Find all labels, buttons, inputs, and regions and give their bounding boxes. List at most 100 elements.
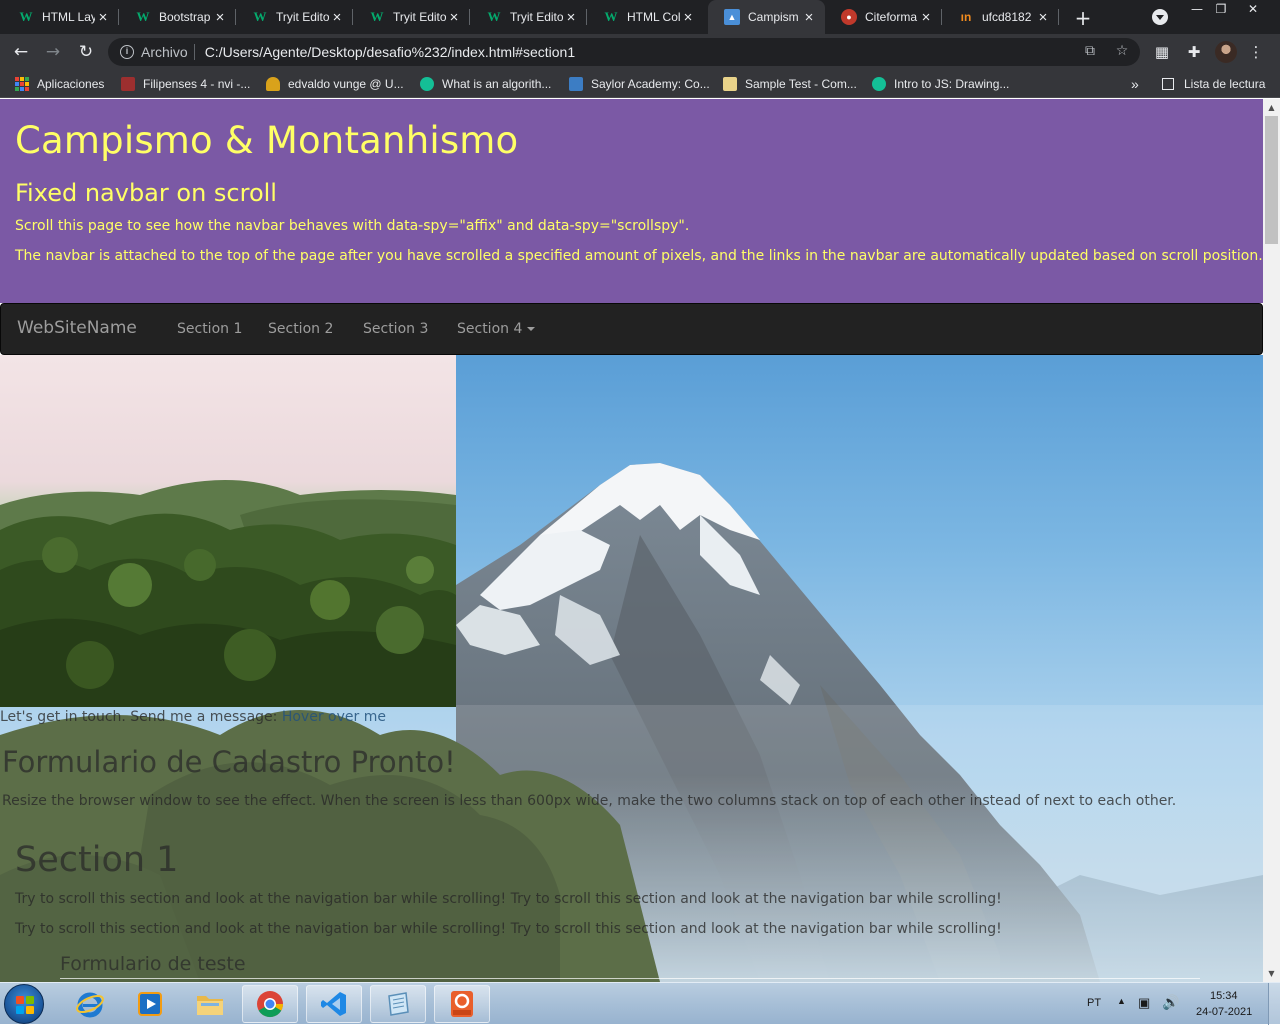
w3schools-icon: W (136, 9, 150, 24)
jumbotron: Campismo & Montanhismo Fixed navbar on s… (0, 99, 1263, 303)
chrome-icon[interactable] (242, 985, 298, 1023)
scroll-down-icon[interactable]: ▼ (1263, 965, 1280, 982)
close-icon[interactable]: × (329, 9, 345, 26)
address-bar[interactable]: i Archivo C:/Users/Agente/Desktop/desafi… (108, 38, 1140, 66)
citeforma-icon: ● (841, 9, 857, 25)
start-button[interactable] (4, 984, 44, 1024)
scrollbar-thumb[interactable] (1265, 116, 1278, 244)
tab-bootstrap[interactable]: W Bootstrap × (119, 0, 236, 34)
media-player-icon[interactable] (122, 985, 178, 1023)
tab-title: Tryit Edito (393, 10, 446, 24)
nav-section-2[interactable]: Section 2 (268, 321, 333, 337)
navbar-brand[interactable]: WebSiteName (17, 318, 137, 338)
nav-section-1[interactable]: Section 1 (177, 321, 242, 337)
reading-list[interactable]: Lista de lectura (1162, 75, 1265, 93)
internet-explorer-icon[interactable] (62, 985, 118, 1023)
profile-avatar[interactable] (1215, 41, 1237, 63)
bookmark-apps[interactable]: Aplicaciones (15, 75, 104, 93)
tab-tryit-3[interactable]: W Tryit Edito × (470, 0, 587, 34)
page-subtitle: Fixed navbar on scroll (15, 179, 277, 207)
tab-campismo[interactable]: ▲ Campism × (708, 0, 825, 34)
tab-html-colors[interactable]: W HTML Col × (587, 0, 704, 34)
show-desktop-button[interactable] (1268, 983, 1280, 1025)
scroll-up-icon[interactable]: ▲ (1263, 99, 1280, 116)
w3schools-icon: W (604, 9, 618, 24)
test-form-heading: Formulario de teste (60, 953, 246, 975)
divider-line (60, 978, 1200, 979)
volume-icon[interactable]: 🔊 (1162, 994, 1179, 1011)
bookmark-filipenses[interactable]: Filipenses 4 - nvi -... (121, 75, 250, 93)
clock-time[interactable]: 15:34 (1210, 990, 1238, 1002)
clock-date[interactable]: 24-07-2021 (1196, 1006, 1252, 1018)
tab-title: Citeforma (865, 10, 918, 24)
w3schools-icon: W (370, 9, 384, 24)
network-icon[interactable]: ▣ (1138, 995, 1150, 1011)
hover-link[interactable]: Hover over me (282, 709, 386, 725)
section1-paragraph-1: Try to scroll this section and look at t… (15, 891, 1002, 907)
bible-icon (121, 77, 135, 91)
minimize-icon[interactable]: — (1184, 0, 1210, 18)
file-explorer-icon[interactable] (182, 985, 238, 1023)
forward-icon[interactable]: → (42, 41, 64, 63)
bookmark-edvaldo[interactable]: edvaldo vunge @ U... (266, 75, 404, 93)
new-tab-icon[interactable]: + (1072, 6, 1094, 30)
tab-ufcd[interactable]: ın ufcd8182 × (942, 0, 1059, 34)
close-window-icon[interactable]: ✕ (1240, 0, 1266, 18)
back-icon[interactable]: ← (10, 41, 32, 63)
bookmark-sample-test[interactable]: Sample Test - Com... (723, 75, 857, 93)
close-icon[interactable]: × (95, 9, 111, 26)
tab-tryit-2[interactable]: W Tryit Edito × (353, 0, 470, 34)
close-icon[interactable]: × (918, 9, 934, 26)
bookmark-algorithm[interactable]: What is an algorith... (420, 75, 551, 93)
tab-title: Tryit Edito (276, 10, 329, 24)
language-indicator[interactable]: PT (1087, 997, 1101, 1009)
main-content: Let's get in touch. Send me a message: H… (0, 355, 1263, 982)
close-icon[interactable]: × (563, 9, 579, 26)
tab-title: Bootstrap (159, 10, 211, 24)
nav-section-3[interactable]: Section 3 (363, 321, 428, 337)
khan-academy-icon (420, 77, 434, 91)
notepad-icon[interactable] (370, 985, 426, 1023)
close-icon[interactable]: × (680, 9, 696, 26)
tab-citeforma[interactable]: ● Citeforma × (825, 0, 942, 34)
bookmarks-bar: Aplicaciones Filipenses 4 - nvi -... edv… (0, 70, 1280, 98)
restore-icon[interactable]: ❐ (1208, 0, 1234, 18)
close-icon[interactable]: × (446, 9, 462, 26)
intro-text-2: The navbar is attached to the top of the… (15, 248, 1263, 264)
extensions-puzzle-icon[interactable]: ✚ (1183, 41, 1205, 63)
tab-strip: W HTML Lay × W Bootstrap × W Tryit Edito… (0, 0, 1280, 34)
w3schools-icon: W (19, 9, 33, 24)
tab-title: Tryit Edito (510, 10, 563, 24)
tab-html-layout[interactable]: W HTML Lay × (2, 0, 119, 34)
tab-search-icon[interactable] (1152, 9, 1168, 25)
page-scrollbar[interactable]: ▲ ▼ (1263, 99, 1280, 982)
resize-text: Resize the browser window to see the eff… (2, 793, 1177, 809)
nav-section-4-dropdown[interactable]: Section 4 (457, 321, 536, 337)
bookmark-saylor[interactable]: Saylor Academy: Co... (569, 75, 710, 93)
pdf-icon[interactable] (434, 985, 490, 1023)
translate-icon[interactable]: ⧉ (1080, 41, 1100, 61)
tab-tryit-1[interactable]: W Tryit Edito × (236, 0, 353, 34)
form-heading: Formulario de Cadastro Pronto! (2, 745, 456, 779)
info-icon[interactable]: i (120, 45, 134, 59)
bookmark-intro-js[interactable]: Intro to JS: Drawing... (872, 75, 1009, 93)
tray-expand-icon[interactable]: ▲ (1117, 996, 1126, 1006)
apps-grid-icon (15, 77, 29, 91)
trophy-icon (266, 77, 280, 91)
close-icon[interactable]: × (801, 9, 817, 26)
close-icon[interactable]: × (1035, 9, 1051, 26)
qr-extension-icon[interactable]: ▦ (1151, 41, 1173, 63)
bookmarks-overflow-icon[interactable]: » (1131, 75, 1139, 93)
url-text[interactable]: C:/Users/Agente/Desktop/desafio%232/inde… (205, 44, 575, 60)
menu-kebab-icon[interactable]: ⋮ (1245, 41, 1267, 63)
bookmark-star-icon[interactable]: ☆ (1112, 41, 1132, 61)
site-navbar: WebSiteName Section 1 Section 2 Section … (0, 303, 1263, 355)
test-icon (723, 77, 737, 91)
reading-list-icon (1162, 78, 1174, 90)
reload-icon[interactable]: ↻ (75, 41, 97, 63)
tab-title: ufcd8182 (982, 10, 1032, 24)
vscode-icon[interactable] (306, 985, 362, 1023)
ufcd-icon: ın (960, 10, 972, 24)
tab-title: Campism (748, 10, 799, 24)
close-icon[interactable]: × (212, 9, 228, 26)
